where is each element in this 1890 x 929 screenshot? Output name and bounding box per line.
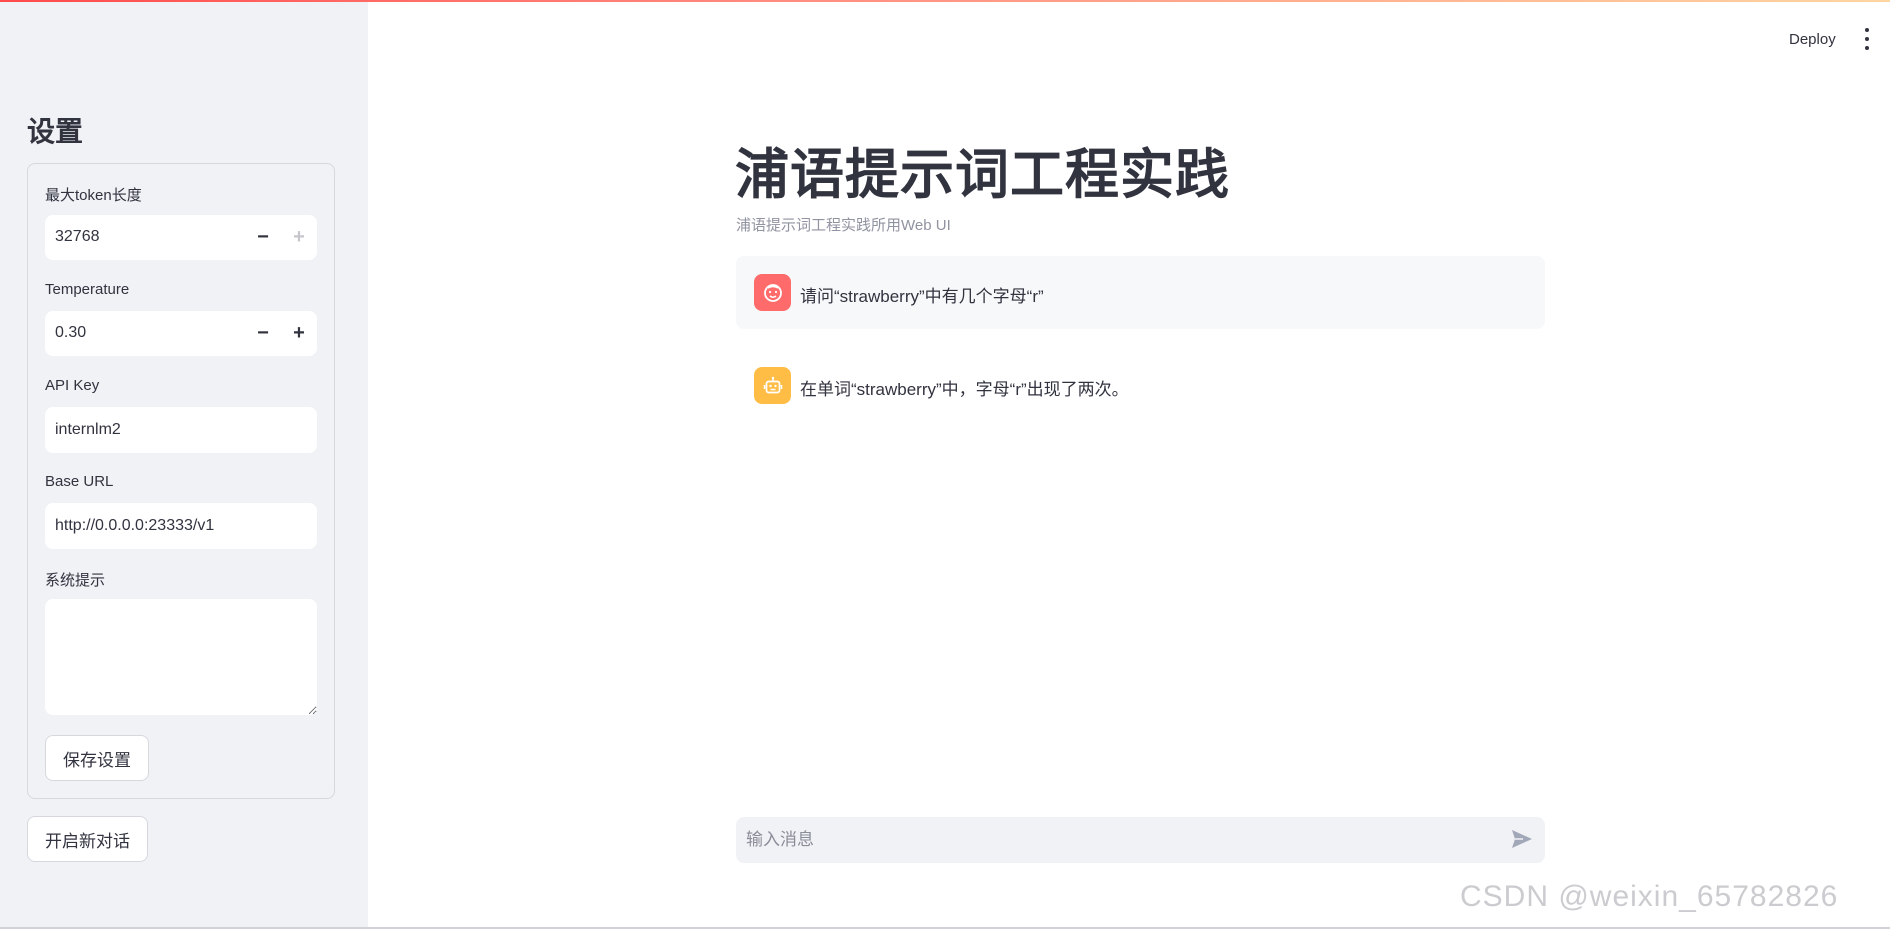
chat-message-user: 请问“strawberry”中有几个字母“r” <box>736 256 1545 329</box>
chat-message-input[interactable] <box>736 817 1496 863</box>
max-tokens-label: 最大token长度 <box>45 187 142 204</box>
system-prompt-label: 系统提示 <box>45 572 106 589</box>
temperature-stepper[interactable]: 0.30 − + <box>45 311 317 356</box>
page-title: 浦语提示词工程实践 <box>735 145 1230 205</box>
temperature-value[interactable]: 0.30 <box>55 324 86 342</box>
top-decoration-bar <box>0 0 1890 2</box>
chat-message-assistant: 在单词“strawberry”中，字母“r”出现了两次。 <box>736 349 1545 422</box>
save-settings-button[interactable]: 保存设置 <box>45 735 149 781</box>
max-tokens-value[interactable]: 32768 <box>55 228 100 246</box>
api-key-field[interactable] <box>45 407 317 453</box>
base-url-input[interactable] <box>45 503 317 549</box>
settings-form: 最大token长度 32768 − + Temperature 0.30 − +… <box>27 163 335 799</box>
max-tokens-stepper[interactable]: 32768 − + <box>45 215 317 260</box>
watermark: CSDN @weixin_65782826 <box>1460 880 1839 913</box>
sidebar: 设置 最大token长度 32768 − + Temperature 0.30 … <box>0 0 368 929</box>
face-icon <box>754 274 791 311</box>
page-subtitle: 浦语提示词工程实践所用Web UI <box>736 217 951 234</box>
deploy-button[interactable]: Deploy <box>1789 31 1836 48</box>
temperature-decrement-button[interactable]: − <box>245 311 281 356</box>
user-message-text: 请问“strawberry”中有几个字母“r” <box>800 287 1044 306</box>
temperature-label: Temperature <box>45 281 130 298</box>
send-icon[interactable] <box>1510 828 1536 852</box>
max-tokens-increment-button[interactable]: + <box>281 215 317 260</box>
sidebar-title: 设置 <box>27 116 84 147</box>
api-key-input[interactable] <box>45 407 317 453</box>
base-url-field[interactable] <box>45 503 317 549</box>
assistant-message-text: 在单词“strawberry”中，字母“r”出现了两次。 <box>800 380 1129 399</box>
robot-icon <box>754 367 791 404</box>
max-tokens-decrement-button[interactable]: − <box>245 215 281 260</box>
system-prompt-field[interactable] <box>45 599 317 715</box>
new-chat-button[interactable]: 开启新对话 <box>27 816 148 862</box>
vertical-dots-icon[interactable] <box>1862 28 1872 50</box>
base-url-label: Base URL <box>45 473 114 490</box>
temperature-increment-button[interactable]: + <box>281 311 317 356</box>
system-prompt-textarea[interactable] <box>45 599 317 715</box>
api-key-label: API Key <box>45 377 100 394</box>
chat-input-box[interactable] <box>736 817 1545 863</box>
